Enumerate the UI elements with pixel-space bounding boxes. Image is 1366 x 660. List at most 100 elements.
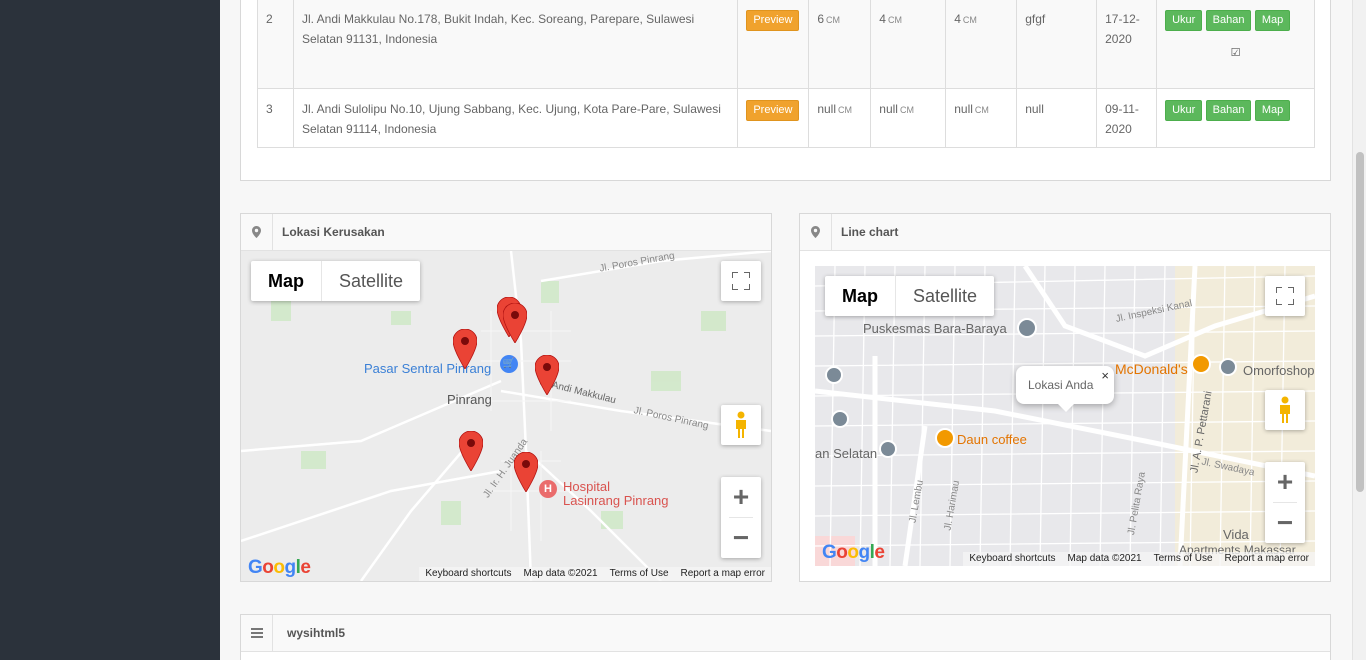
info-window: Lokasi Anda × [1016,366,1114,412]
google-logo: Google [248,557,311,578]
map-type-map-button[interactable]: Map [825,276,896,316]
map-data-text: Map data ©2021 [1067,553,1142,564]
pegman-icon[interactable] [721,405,761,445]
map-marker-icon [241,214,273,250]
hospital-icon: H [539,480,557,498]
table-row: 2 Jl. Andi Makkulau No.178, Bukit Indah,… [257,0,1315,89]
info-window-tail [1058,404,1074,412]
ukur-button[interactable]: Ukur [1165,100,1203,121]
map-type-map-button[interactable]: Map [251,261,322,301]
map-marker-icon [800,214,832,250]
sidebar [0,0,220,660]
report-error-link[interactable]: Report a map error [681,567,765,581]
cell-tinggi: 4 CM [945,0,1018,89]
map-type-satellite-button[interactable]: Satellite [322,261,420,301]
poi-label: McDonald's [1115,361,1188,377]
zoom-out-icon[interactable]: − [1265,503,1305,543]
poi-label: Omorfoshop [1243,363,1315,378]
map-pin[interactable] [503,303,527,343]
map-attribution: Keyboard shortcuts Map data ©2021 Terms … [963,552,1315,566]
poi-label: Puskesmas Bara-Baraya [863,321,1007,336]
google-logo: Google [822,542,885,563]
keyboard-shortcuts-link[interactable]: Keyboard shortcuts [425,567,511,581]
scrollbar-thumb[interactable] [1356,152,1364,492]
city-label: Pinrang [447,392,492,407]
poi-label: Hospital [563,479,610,494]
bahan-button[interactable]: Bahan [1205,10,1252,31]
map-button[interactable]: Map [1254,10,1291,31]
cell-lebar: 4 CM [870,0,947,89]
panel-title: Line chart [841,225,899,239]
row-number: 3 [257,88,294,148]
preview-button[interactable]: Preview [746,10,800,31]
cell-date: 09-11-2020 [1096,88,1158,148]
google-map-makassar[interactable]: Puskesmas Bara-Baraya McDonald's Omorfos… [815,266,1315,566]
row-number: 2 [257,0,294,89]
map-data-text: Map data ©2021 [523,568,598,579]
pegman-icon[interactable] [1265,390,1305,430]
shop-icon [1219,358,1237,376]
google-map-pinrang[interactable]: Jl. Poros Pinrang Jl. Andi Makkulau Jl. … [241,251,771,581]
lokasi-kerusakan-panel: Lokasi Kerusakan Jl. Poros Pinrang Jl. A… [240,213,772,582]
map-pin[interactable] [514,452,538,492]
poi-label: Daun coffee [957,432,1027,447]
map-pin[interactable] [453,329,477,369]
cell-panjang: 6 CM [808,0,872,89]
wysihtml5-panel: wysihtml5 [240,614,1331,660]
place-icon [879,440,897,458]
zoom-out-icon[interactable]: − [721,518,761,558]
map-button[interactable]: Map [1254,100,1291,121]
ukur-button[interactable]: Ukur [1165,10,1203,31]
list-icon [241,615,273,651]
preview-button[interactable]: Preview [746,100,800,121]
terms-link[interactable]: Terms of Use [1154,552,1213,566]
zoom-control: + − [721,477,761,558]
zoom-control: + − [1265,462,1305,543]
map-type-control: Map Satellite [251,261,421,301]
map-pin[interactable] [459,431,483,471]
map-attribution: Keyboard shortcuts Map data ©2021 Terms … [419,567,771,581]
cell-date: 17-12-2020 [1096,0,1158,89]
cell-material: gfgf [1016,0,1098,89]
cell-panjang: null CM [808,88,872,148]
terms-link[interactable]: Terms of Use [610,567,669,581]
poi-label: an Selatan [815,446,878,461]
coffee-icon [935,428,955,448]
row-address: Jl. Andi Makkulau No.178, Bukit Indah, K… [292,0,739,89]
building-icon [1017,318,1037,338]
place-icon [825,366,843,384]
close-icon[interactable]: × [1101,368,1109,383]
table-row: 3 Jl. Andi Sulolipu No.10, Ujung Sabbang… [257,88,1315,148]
cell-material: null [1016,88,1098,148]
panel-header: Line chart [800,214,1330,251]
zoom-in-icon[interactable]: + [1265,462,1305,502]
poi-label: Vida [1223,527,1249,542]
report-error-link[interactable]: Report a map error [1225,552,1309,566]
data-table-panel: 2 Jl. Andi Makkulau No.178, Bukit Indah,… [240,0,1331,181]
map-type-satellite-button[interactable]: Satellite [896,276,994,316]
cell-tinggi: null CM [945,88,1018,148]
row-address: Jl. Andi Sulolipu No.10, Ujung Sabbang, … [292,88,739,148]
cell-lebar: null CM [870,88,947,148]
panel-title: Lokasi Kerusakan [282,225,385,239]
poi-label: Lasinrang Pinrang [563,493,669,508]
panel-title: wysihtml5 [287,626,346,640]
bahan-button[interactable]: Bahan [1205,100,1252,121]
restaurant-icon [1191,354,1211,374]
info-window-text: Lokasi Anda [1028,378,1094,392]
place-icon [831,410,849,428]
zoom-in-icon[interactable]: + [721,477,761,517]
line-chart-panel: Line chart Puskesmas Bara-Baraya McDonal… [799,213,1331,582]
panel-header: Lokasi Kerusakan [241,214,771,251]
page-scrollbar[interactable] [1352,0,1366,660]
panel-header: wysihtml5 [241,615,1330,652]
fullscreen-icon[interactable] [1265,276,1305,316]
check-square-icon[interactable]: ☑ [1165,43,1306,63]
map-type-control: Map Satellite [825,276,995,316]
main-content: 2 Jl. Andi Makkulau No.178, Bukit Indah,… [220,0,1352,660]
fullscreen-icon[interactable] [721,261,761,301]
data-table: 2 Jl. Andi Makkulau No.178, Bukit Indah,… [257,0,1315,148]
shopping-cart-icon: 🛒 [500,355,518,373]
keyboard-shortcuts-link[interactable]: Keyboard shortcuts [969,552,1055,566]
map-pin[interactable] [535,355,559,395]
